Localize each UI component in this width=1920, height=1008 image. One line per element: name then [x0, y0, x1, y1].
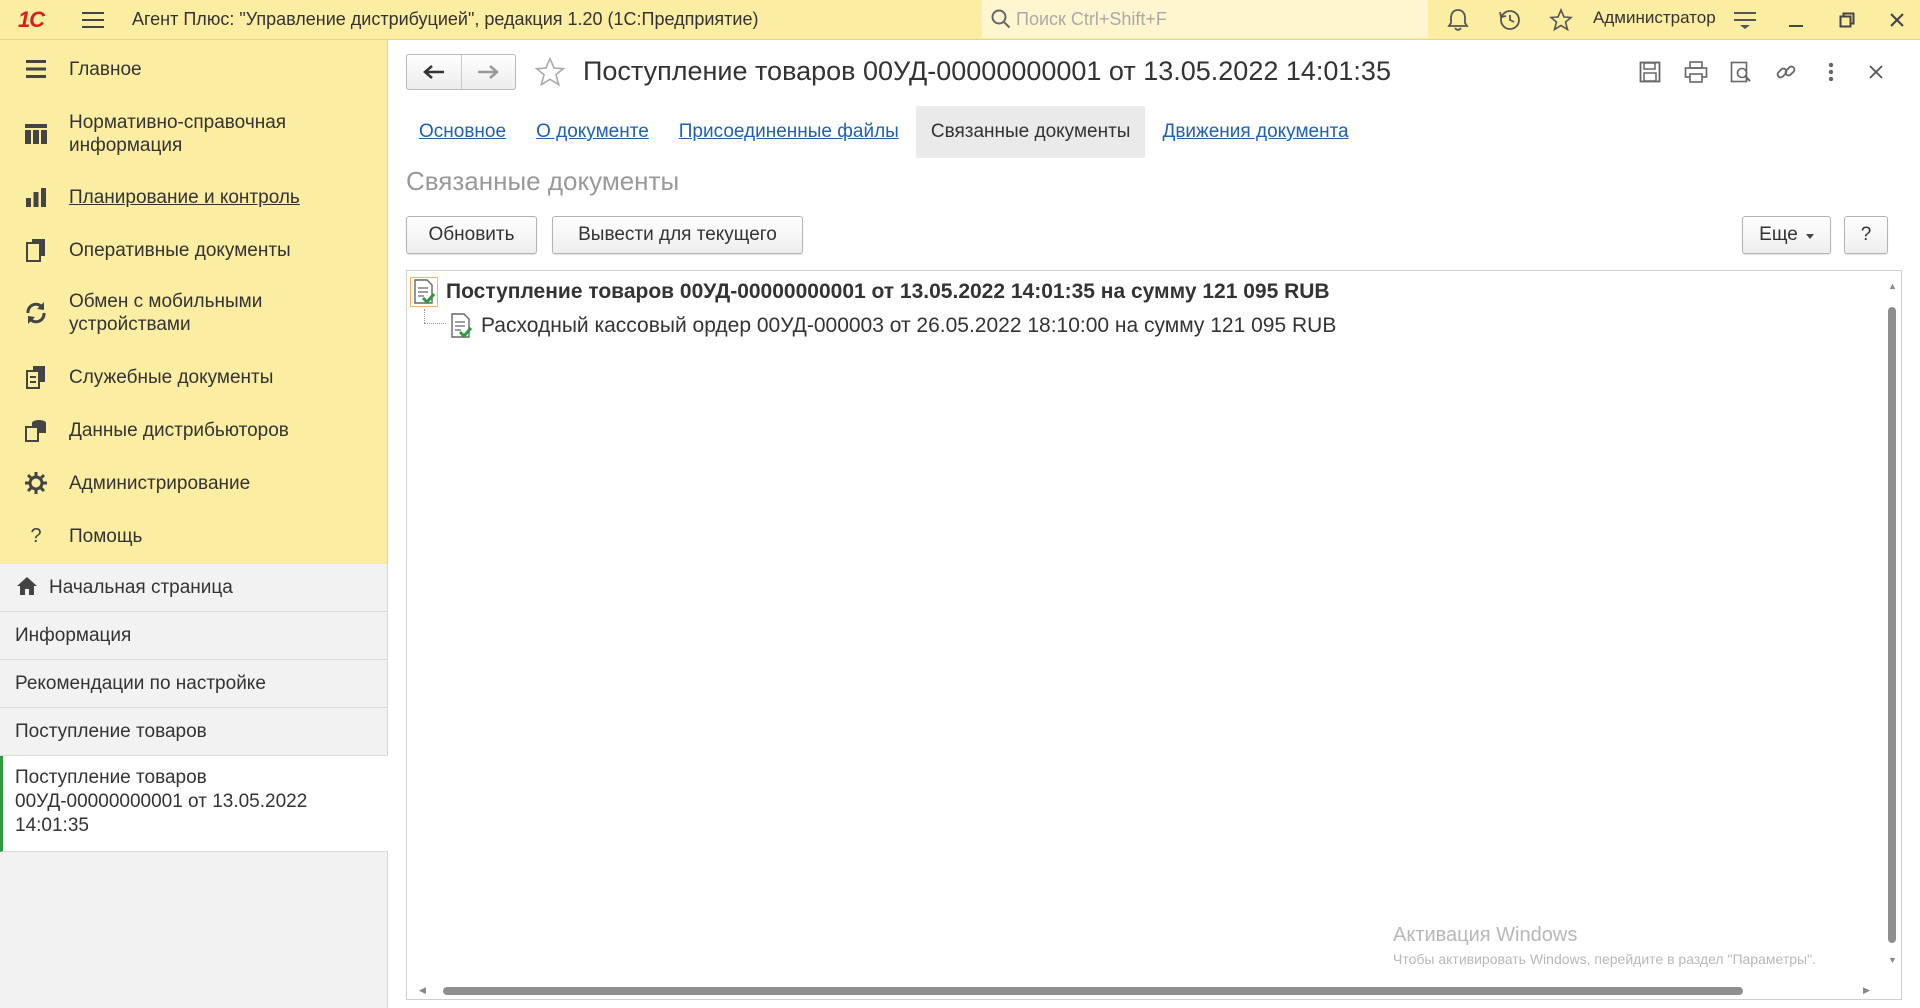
bar-chart-icon — [22, 183, 50, 211]
tab-about-document[interactable]: О документе — [523, 106, 662, 158]
minimize-icon[interactable] — [1776, 0, 1816, 40]
sidebar-item-label: Данные дистрибьюторов — [69, 419, 289, 441]
distributor-icon — [22, 416, 50, 444]
sidebar-item-planning[interactable]: Планирование и контроль — [0, 170, 388, 224]
home-icon — [16, 576, 38, 602]
list-icon — [22, 55, 50, 83]
sidebar-item-reference-info[interactable]: Нормативно-справочная информация — [0, 98, 388, 170]
bell-icon[interactable] — [1438, 0, 1478, 40]
open-window-label: Поступление товаров 00УД-00000000001 от … — [15, 767, 308, 836]
documents-icon — [22, 236, 50, 264]
scroll-up-icon[interactable]: ▲ — [1888, 281, 1897, 291]
tab-attached-files[interactable]: Присоединенные файлы — [666, 106, 912, 158]
show-for-current-button[interactable]: Вывести для текущего — [552, 216, 803, 254]
favorite-star-icon[interactable] — [532, 54, 568, 90]
sidebar-item-label: Помощь — [69, 525, 143, 547]
posted-document-icon — [447, 311, 475, 341]
star-icon[interactable] — [1541, 0, 1581, 40]
preview-icon[interactable] — [1723, 54, 1759, 90]
tree-connector — [424, 309, 425, 323]
scrollbar-thumb[interactable] — [443, 987, 1743, 995]
sections-panel: Главное Нормативно-справочная информация… — [0, 40, 388, 564]
watermark-subtitle: Чтобы активировать Windows, перейдите в … — [1393, 951, 1816, 967]
sidebar-item-help[interactable]: ? Помощь — [0, 510, 388, 562]
sidebar-item-label: Служебные документы — [69, 366, 274, 388]
help-icon: ? — [30, 524, 42, 547]
open-window-home[interactable]: Начальная страница — [0, 564, 388, 612]
sidebar-item-label: Нормативно-справочная информация — [69, 112, 287, 156]
sidebar-item-distributor-data[interactable]: Данные дистрибьюторов — [0, 404, 388, 456]
tree-row[interactable]: Расходный кассовый ордер 00УД-000003 от … — [447, 309, 1336, 343]
tab-main[interactable]: Основное — [406, 106, 519, 158]
scroll-left-icon[interactable]: ◀ — [419, 985, 426, 996]
section-title: Связанные документы — [406, 166, 680, 196]
document-form: Поступление товаров 00УД-00000000001 от … — [389, 40, 1920, 1008]
open-window-label: Информация — [15, 625, 132, 646]
vertical-scrollbar[interactable]: ▲ ▼ — [1883, 271, 1901, 983]
open-window-label: Начальная страница — [49, 577, 233, 598]
open-window-label: Рекомендации по настройке — [15, 673, 266, 694]
sidebar-item-label: Оперативные документы — [69, 239, 291, 261]
more-vertical-icon[interactable] — [1813, 54, 1849, 90]
document-tabs: Основное О документе Присоединенные файл… — [406, 106, 1366, 158]
sidebar-item-service-docs[interactable]: Служебные документы — [0, 350, 388, 404]
app-logo: 1С — [17, 6, 45, 32]
open-window-label: Поступление товаров — [15, 721, 207, 742]
tree-row-text: Расходный кассовый ордер 00УД-000003 от … — [481, 314, 1337, 337]
close-form-icon[interactable] — [1858, 54, 1894, 90]
sidebar-item-main[interactable]: Главное — [0, 40, 388, 98]
chevron-down-icon — [1805, 224, 1814, 246]
forward-button[interactable] — [460, 55, 516, 89]
save-icon[interactable] — [1632, 54, 1668, 90]
search-placeholder: Поиск Ctrl+Shift+F — [1016, 8, 1167, 29]
user-name[interactable]: Администратор — [1593, 0, 1716, 36]
service-docs-icon — [22, 363, 50, 391]
history-icon[interactable] — [1490, 0, 1530, 40]
scrollbar-thumb[interactable] — [1888, 307, 1896, 943]
scroll-right-icon[interactable]: ▶ — [1863, 985, 1870, 996]
watermark-title: Активация Windows — [1393, 924, 1578, 946]
link-icon[interactable] — [1768, 54, 1804, 90]
history-nav — [406, 54, 516, 90]
tab-document-movements[interactable]: Движения документа — [1149, 106, 1361, 158]
open-window-info[interactable]: Информация — [0, 612, 388, 660]
related-documents-tree[interactable]: Поступление товаров 00УД-00000000001 от … — [406, 270, 1902, 1000]
sidebar-item-administration[interactable]: Администрирование — [0, 456, 388, 510]
sidebar-item-label: Обмен с мобильными устройствами — [69, 291, 263, 335]
print-icon[interactable] — [1678, 54, 1714, 90]
open-window-current-document[interactable]: Поступление товаров 00УД-00000000001 от … — [0, 756, 388, 852]
search-input[interactable]: Поиск Ctrl+Shift+F — [982, 0, 1428, 38]
help-button[interactable]: ? — [1844, 216, 1888, 254]
scroll-down-icon[interactable]: ▼ — [1888, 955, 1897, 965]
tree-connector — [424, 323, 446, 324]
more-button-label: Еще — [1759, 224, 1798, 245]
sidebar-item-operational-docs[interactable]: Оперативные документы — [0, 224, 388, 276]
refresh-button[interactable]: Обновить — [406, 216, 537, 254]
back-button[interactable] — [407, 55, 461, 89]
search-icon — [986, 9, 1016, 29]
restore-icon[interactable] — [1827, 0, 1867, 40]
open-window-recommendations[interactable]: Рекомендации по настройке — [0, 660, 388, 708]
open-window-goods-receipt-list[interactable]: Поступление товаров — [0, 708, 388, 756]
sidebar-item-mobile-exchange[interactable]: Обмен с мобильными устройствами — [0, 276, 388, 350]
tree-row-text: Поступление товаров 00УД-00000000001 от … — [446, 280, 1330, 303]
sidebar-item-label: Главное — [69, 58, 142, 80]
tab-related-documents[interactable]: Связанные документы — [915, 106, 1146, 158]
close-icon[interactable] — [1877, 0, 1917, 40]
windows-activation-watermark: Активация Windows Чтобы активировать Win… — [1393, 924, 1816, 967]
more-button[interactable]: Еще — [1742, 216, 1831, 254]
menu-icon[interactable] — [78, 0, 108, 40]
document-title: Поступление товаров 00УД-00000000001 от … — [583, 56, 1391, 86]
tree-row[interactable]: Поступление товаров 00УД-00000000001 от … — [407, 275, 1330, 309]
table-icon — [22, 120, 50, 148]
horizontal-scrollbar[interactable]: ◀ ▶ — [407, 981, 1885, 999]
settings-lines-icon[interactable] — [1725, 0, 1765, 40]
open-windows-panel: Начальная страница Информация Рекомендац… — [0, 564, 388, 1008]
sidebar-item-label: Администрирование — [69, 472, 251, 494]
posted-document-icon — [410, 277, 438, 307]
sync-icon — [22, 299, 50, 327]
gear-icon — [22, 469, 50, 497]
app-title: Агент Плюс: "Управление дистрибуцией", р… — [132, 9, 759, 29]
sidebar-item-label: Планирование и контроль — [69, 186, 300, 208]
